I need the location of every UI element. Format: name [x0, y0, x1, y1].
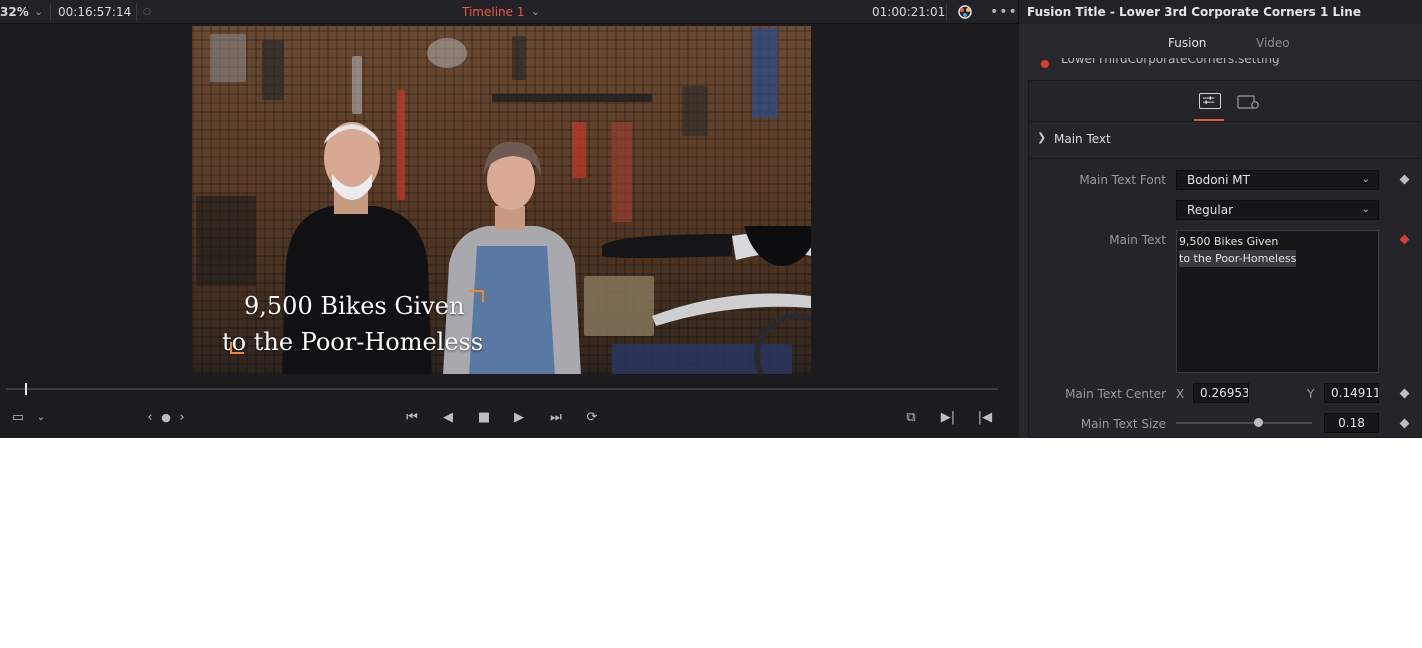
main-text-label: Main Text	[1109, 233, 1166, 247]
center-y-label: Y	[1307, 387, 1315, 401]
pegboard-tool	[512, 36, 526, 80]
pegboard-tool	[262, 40, 284, 100]
match-frame-icon[interactable]: ⧉	[900, 408, 922, 428]
pegboard-tool	[752, 28, 778, 118]
timeline-selector[interactable]: Timeline 1	[462, 0, 524, 24]
go-last-icon[interactable]: ⏭	[544, 408, 568, 428]
marker-dot-icon: ○	[143, 7, 151, 17]
corner-accent-bottom-left	[230, 342, 244, 354]
transport-controls: ▭ ⌄ ‹ ● › ⏮ ◀ ■ ▶ ⏭ ⟳ ⧉ ▶| |◀	[0, 400, 1018, 438]
chevron-right-icon[interactable]: ›	[176, 408, 188, 428]
main-text-size-label: Main Text Size	[1080, 417, 1166, 431]
chevron-down-icon: ⌄	[1361, 204, 1370, 215]
chevron-down-icon[interactable]: ⌄	[34, 408, 48, 428]
inspector-tabs: Fusion Video	[1019, 28, 1422, 60]
inspector-panel: Fusion Title - Lower 3rd Corporate Corne…	[1019, 0, 1422, 438]
main-text-line-1: 9,500 Bikes Given	[1179, 235, 1279, 248]
chevron-left-icon[interactable]: ‹	[144, 408, 156, 428]
font-dropdown[interactable]: Bodoni MT ⌄	[1176, 170, 1379, 190]
font-style-dropdown[interactable]: Regular ⌄	[1176, 200, 1379, 220]
more-options-icon[interactable]: •••	[990, 0, 1018, 24]
keyframe-diamond-icon[interactable]	[1399, 418, 1410, 429]
app-window: 32% ⌄ 00:16:57:14 ○ Timeline 1 ⌄ 01:00:2…	[0, 0, 1422, 438]
toolbar-divider	[50, 3, 51, 21]
section-label: Main Text	[1054, 132, 1111, 146]
timeline-scrubber[interactable]	[6, 388, 998, 390]
pegboard-tool	[196, 196, 256, 286]
marker-dot-icon[interactable]: ●	[159, 408, 173, 428]
toolbar-divider	[946, 3, 947, 21]
timeline-chevron-down-icon[interactable]: ⌄	[531, 0, 540, 24]
playhead[interactable]	[24, 383, 27, 395]
clip-enable-dot[interactable]	[1041, 60, 1049, 68]
size-slider[interactable]	[1176, 418, 1312, 427]
label-wrap: Main Text Font	[1029, 173, 1166, 189]
settings-gear-icon[interactable]	[1237, 94, 1261, 110]
pegboard-tool	[492, 94, 652, 102]
viewer-toolbar: 32% ⌄ 00:16:57:14 ○ Timeline 1 ⌄ 01:00:2…	[0, 0, 1019, 24]
panel-icon-bar	[1029, 81, 1422, 122]
inspector-header: Fusion Title - Lower 3rd Corporate Corne…	[1019, 0, 1422, 24]
size-slider-handle[interactable]	[1253, 418, 1263, 427]
prev-edit-icon[interactable]: |◀	[975, 408, 995, 428]
loop-icon[interactable]: ⟳	[580, 408, 604, 428]
clip-name: LowerThirdCorporateCorners.setting	[1061, 58, 1280, 66]
timecode-current[interactable]: 01:00:21:01	[872, 0, 945, 24]
stop-icon[interactable]: ■	[476, 408, 492, 428]
clip-row: LowerThirdCorporateCorners.setting	[1019, 58, 1422, 72]
next-edit-icon[interactable]: ▶|	[938, 408, 958, 428]
active-tab-indicator	[1194, 119, 1224, 121]
timecode-duration: 00:16:57:14	[58, 5, 132, 19]
play-icon[interactable]: ▶	[511, 408, 527, 428]
pegboard-tool	[682, 86, 708, 136]
center-y-field[interactable]: 0.149113	[1324, 383, 1379, 403]
settings-panel: ❯ Main Text Main Text Font Bodoni MT ⌄ R…	[1028, 80, 1422, 438]
font-style-value: Regular	[1187, 203, 1234, 217]
font-value: Bodoni MT	[1187, 173, 1250, 187]
keyframe-diamond-icon[interactable]	[1399, 174, 1410, 185]
title-line-2: to the Poor-Homeless	[222, 328, 484, 356]
toolbar-divider	[136, 3, 137, 21]
chevron-down-icon[interactable]: ❯	[1037, 131, 1046, 144]
go-first-icon[interactable]: ⏮	[400, 408, 424, 428]
pegboard-tool	[352, 56, 362, 114]
bike-handlebar	[602, 226, 811, 374]
section-header-main-text[interactable]: ❯ Main Text	[1029, 123, 1422, 159]
keyframe-diamond-active-icon[interactable]	[1399, 234, 1410, 245]
tab-video[interactable]: Video	[1256, 28, 1290, 60]
inspector-title: Fusion Title - Lower 3rd Corporate Corne…	[1027, 5, 1361, 19]
chevron-down-icon: ⌄	[1361, 174, 1370, 185]
tab-fusion[interactable]: Fusion	[1168, 28, 1206, 60]
keyframe-diamond-icon[interactable]	[1399, 388, 1410, 399]
main-text-input[interactable]: 9,500 Bikes Given to the Poor-Homeless	[1176, 230, 1379, 373]
video-preview[interactable]: 9,500 Bikes Given to the Poor-Homeless	[192, 26, 811, 374]
pegboard-tool	[210, 34, 246, 82]
pegboard-tool	[427, 38, 467, 68]
main-text-center-label: Main Text Center	[1065, 387, 1166, 401]
viewer-panel: 32% ⌄ 00:16:57:14 ○ Timeline 1 ⌄ 01:00:2…	[0, 0, 1019, 438]
size-field[interactable]: 0.18	[1324, 413, 1379, 433]
center-x-field[interactable]: 0.269537	[1193, 383, 1249, 403]
main-text-font-label: Main Text Font	[1079, 173, 1166, 187]
main-text-line-2: to the Poor-Homeless	[1179, 250, 1297, 267]
label-wrap: Main Text	[1029, 233, 1166, 249]
reverse-icon[interactable]: ◀	[440, 408, 456, 428]
color-wheel-icon[interactable]	[957, 4, 973, 20]
zoom-chevron-down-icon[interactable]: ⌄	[34, 0, 43, 24]
pegboard-tool	[612, 122, 632, 222]
viewer-options-icon[interactable]: ▭	[8, 408, 28, 428]
center-x-label: X	[1176, 387, 1185, 401]
label-wrap: Main Text Center	[1029, 387, 1166, 403]
zoom-level[interactable]: 32%	[0, 0, 29, 24]
label-wrap: Main Text Size	[1029, 417, 1166, 433]
sliders-icon[interactable]	[1199, 93, 1221, 109]
corner-accent-top-right	[470, 290, 484, 302]
